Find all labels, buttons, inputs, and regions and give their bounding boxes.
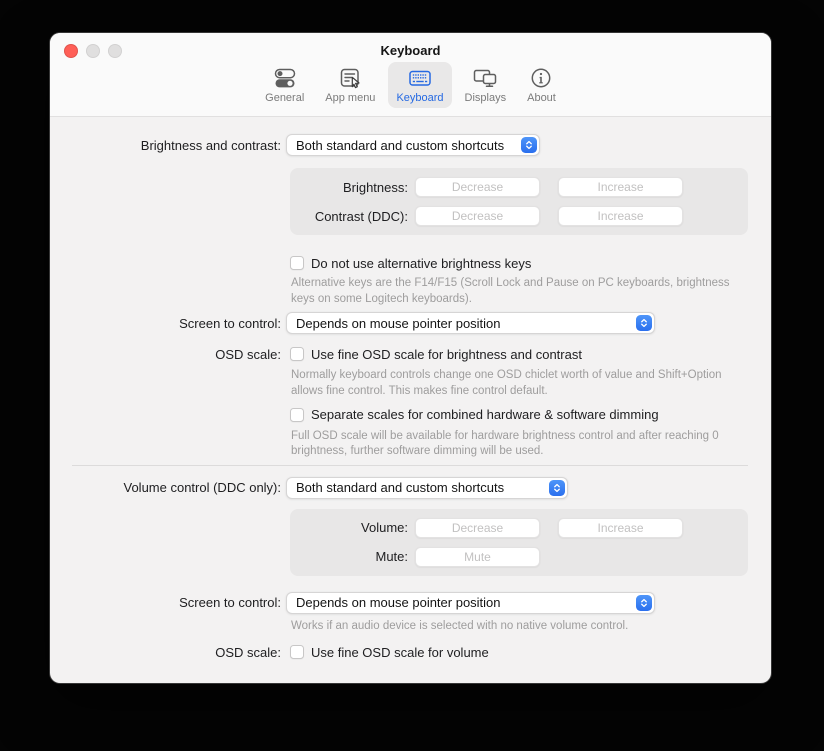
- volume-screen-select[interactable]: Depends on mouse pointer position: [286, 592, 655, 614]
- window-title: Keyboard: [50, 43, 771, 58]
- volume-screen-label: Screen to control:: [50, 595, 281, 610]
- title-bar: Keyboard General: [50, 33, 771, 117]
- tab-displays[interactable]: Displays: [457, 62, 515, 108]
- separate-scales-checkbox[interactable]: [290, 408, 304, 422]
- alt-keys-help-text: Alternative keys are the F14/F15 (Scroll…: [291, 276, 751, 307]
- volume-panel-row: Volume: Decrease Increase Mute: Mute: [50, 509, 771, 576]
- volume-osd-row: OSD scale: Use fine OSD scale for volume: [50, 644, 771, 660]
- fine-osd-help-text: Normally keyboard controls change one OS…: [291, 368, 751, 399]
- volume-screen-help-row: Works if an audio device is selected wit…: [50, 619, 771, 635]
- chevron-up-down-icon: [549, 480, 565, 496]
- separate-scales-checkbox-label: Separate scales for combined hardware & …: [311, 407, 659, 422]
- volume-label: Volume:: [290, 520, 408, 535]
- brightness-shortcut-row: Brightness: Decrease Increase: [290, 176, 748, 198]
- osd-scale-row: OSD scale: Use fine OSD scale for bright…: [50, 346, 771, 362]
- volume-control-row: Volume control (DDC only): Both standard…: [50, 477, 771, 499]
- brightness-increase-button[interactable]: Increase: [558, 177, 683, 197]
- brightness-contrast-label: Brightness and contrast:: [50, 138, 281, 153]
- volume-screen-row: Screen to control: Depends on mouse poin…: [50, 592, 771, 614]
- chevron-up-down-icon: [636, 595, 652, 611]
- volume-screen-select-value: Depends on mouse pointer position: [287, 595, 654, 610]
- volume-shortcuts-panel: Volume: Decrease Increase Mute: Mute: [290, 509, 748, 576]
- keyboard-pane: Brightness and contrast: Both standard a…: [50, 117, 771, 660]
- screen-to-control-select-value: Depends on mouse pointer position: [287, 316, 654, 331]
- volume-increase-button[interactable]: Increase: [558, 518, 683, 538]
- alt-keys-checkbox-label: Do not use alternative brightness keys: [311, 256, 531, 271]
- volume-control-select[interactable]: Both standard and custom shortcuts: [286, 477, 568, 499]
- tab-general[interactable]: General: [257, 62, 312, 108]
- volume-osd-label: OSD scale:: [50, 645, 281, 660]
- brightness-contrast-select-value: Both standard and custom shortcuts: [287, 138, 539, 153]
- volume-decrease-button[interactable]: Decrease: [415, 518, 540, 538]
- preferences-window: Keyboard General: [50, 33, 771, 683]
- tab-about[interactable]: About: [519, 62, 564, 108]
- chevron-up-down-icon: [521, 137, 537, 153]
- displays-icon: [471, 64, 499, 92]
- brightness-panel-row: Brightness: Decrease Increase Contrast (…: [50, 168, 771, 235]
- info-icon: [528, 64, 554, 92]
- fine-osd-help-row: Normally keyboard controls change one OS…: [50, 368, 771, 399]
- separate-scales-help-text: Full OSD scale will be available for har…: [291, 429, 751, 460]
- toggles-icon: [272, 64, 298, 92]
- tab-keyboard[interactable]: Keyboard: [388, 62, 451, 108]
- tab-app-menu[interactable]: App menu: [317, 62, 383, 108]
- mute-button[interactable]: Mute: [415, 547, 540, 567]
- keyboard-icon: [407, 64, 433, 92]
- screen-to-control-label: Screen to control:: [50, 316, 281, 331]
- chevron-up-down-icon: [636, 315, 652, 331]
- brightness-decrease-button[interactable]: Decrease: [415, 177, 540, 197]
- separate-scales-help-row: Full OSD scale will be available for har…: [50, 429, 771, 460]
- contrast-label: Contrast (DDC):: [290, 209, 408, 224]
- volume-screen-help-text: Works if an audio device is selected wit…: [291, 619, 751, 635]
- toolbar-tabs: General App menu: [50, 62, 771, 108]
- contrast-decrease-button[interactable]: Decrease: [415, 206, 540, 226]
- brightness-shortcuts-panel: Brightness: Decrease Increase Contrast (…: [290, 168, 748, 235]
- volume-control-select-value: Both standard and custom shortcuts: [287, 480, 567, 495]
- contrast-increase-button[interactable]: Increase: [558, 206, 683, 226]
- brightness-label: Brightness:: [290, 180, 408, 195]
- alt-keys-help-row: Alternative keys are the F14/F15 (Scroll…: [50, 276, 771, 307]
- tab-general-label: General: [265, 92, 304, 104]
- alt-keys-row: Do not use alternative brightness keys: [50, 255, 771, 271]
- separate-scales-row: Separate scales for combined hardware & …: [50, 407, 771, 423]
- tab-displays-label: Displays: [465, 92, 507, 104]
- mute-label: Mute:: [290, 549, 408, 564]
- osd-scale-label: OSD scale:: [50, 347, 281, 362]
- screen-to-control-row: Screen to control: Depends on mouse poin…: [50, 312, 771, 334]
- menu-document-icon: [337, 64, 363, 92]
- volume-shortcut-row: Volume: Decrease Increase: [290, 517, 748, 539]
- contrast-shortcut-row: Contrast (DDC): Decrease Increase: [290, 205, 748, 227]
- section-divider: [72, 465, 748, 466]
- alt-keys-checkbox[interactable]: [290, 256, 304, 270]
- volume-fine-osd-checkbox-label: Use fine OSD scale for volume: [311, 645, 489, 660]
- fine-osd-checkbox-label: Use fine OSD scale for brightness and co…: [311, 347, 582, 362]
- tab-app-menu-label: App menu: [325, 92, 375, 104]
- volume-control-label: Volume control (DDC only):: [50, 480, 281, 495]
- screen-to-control-select[interactable]: Depends on mouse pointer position: [286, 312, 655, 334]
- mute-shortcut-row: Mute: Mute: [290, 546, 748, 568]
- tab-about-label: About: [527, 92, 556, 104]
- brightness-contrast-select[interactable]: Both standard and custom shortcuts: [286, 134, 540, 156]
- brightness-contrast-row: Brightness and contrast: Both standard a…: [50, 134, 771, 156]
- fine-osd-checkbox[interactable]: [290, 347, 304, 361]
- volume-fine-osd-checkbox[interactable]: [290, 645, 304, 659]
- tab-keyboard-label: Keyboard: [396, 92, 443, 104]
